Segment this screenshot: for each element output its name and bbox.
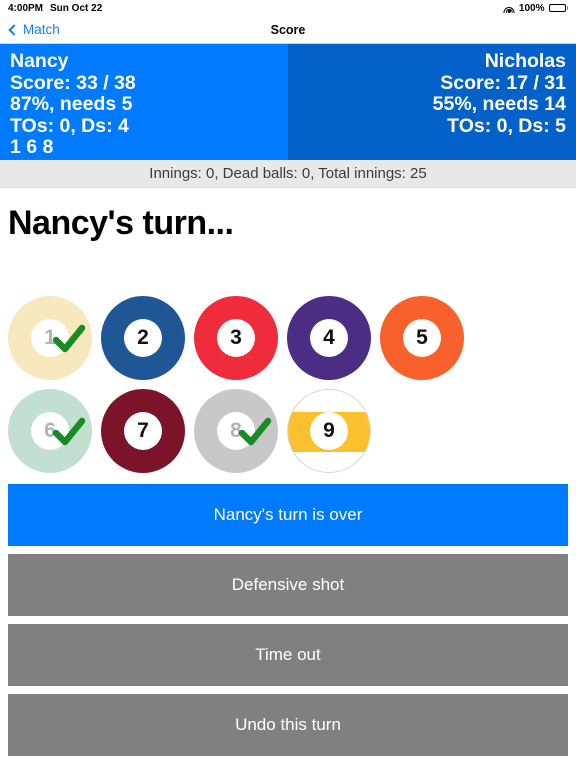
battery-icon [548,4,568,12]
ball-7-number: 7 [124,412,162,450]
ball-2[interactable]: 2 [101,296,185,380]
action-button-list: Nancy's turn is over Defensive shot Time o… [0,484,576,764]
ball-5-number: 5 [403,319,441,357]
ball-rack: 12 3 4 5 6789 [0,296,576,482]
right-player-percent: 55%, needs 14 [432,93,566,115]
ball-1[interactable]: 1 [8,296,92,380]
ball-9[interactable]: 9 [287,389,371,473]
player-panel-left[interactable]: Nancy Score: 33 / 38 87%, needs 5 TOs: 0… [0,44,288,160]
left-player-name: Nancy [10,50,69,72]
ball-5[interactable]: 5 [380,296,464,380]
left-player-tos-ds: TOs: 0, Ds: 4 [10,114,129,137]
ball-4[interactable]: 4 [287,296,371,380]
undo-turn-button[interactable]: Undo this turn [8,694,568,756]
right-player-name: Nicholas [484,50,566,72]
score-panels: Nancy Score: 33 / 38 87%, needs 5 TOs: 0… [0,44,576,160]
chevron-left-icon [8,23,20,36]
turn-over-button[interactable]: Nancy's turn is over [8,484,568,546]
left-player-run: 1 6 8 [10,136,54,158]
ball-2-number: 2 [124,319,162,357]
app-screen: 4:00PM Sun Oct 22 100% Match Score Nancy… [0,0,576,768]
left-player-score: Score: 33 / 38 [10,71,136,94]
ball-3-number: 3 [217,319,255,357]
check-icon [238,415,272,449]
right-player-tos-ds: TOs: 0, Ds: 5 [447,114,566,137]
ball-row-top: 12 3 4 5 [0,296,576,389]
battery-percent-label: 100% [518,2,545,14]
ball-6[interactable]: 6 [8,389,92,473]
player-panel-right[interactable]: Nicholas Score: 17 / 31 55%, needs 14 TO… [288,44,576,160]
ball-4-number: 4 [310,319,348,357]
back-button-label: Match [23,22,60,37]
status-bar: 4:00PM Sun Oct 22 100% [0,0,576,16]
status-bar-right: 100% [503,2,568,14]
ball-9-number: 9 [310,412,348,450]
back-button[interactable]: Match [8,22,60,37]
status-time: 4:00PM [8,2,44,14]
status-date: Sun Oct 22 [50,2,103,14]
right-player-score: Score: 17 / 31 [440,71,566,94]
ball-row-bottom: 6789 [0,389,576,482]
innings-bar: Innings: 0, Dead balls: 0, Total innings… [0,160,576,188]
page-title: Score [270,22,306,37]
status-bar-left: 4:00PM Sun Oct 22 [8,3,102,14]
wifi-icon [503,4,515,13]
defensive-shot-button[interactable]: Defensive shot [8,554,568,616]
ball-7[interactable]: 7 [101,389,185,473]
ball-3[interactable]: 3 [194,296,278,380]
navigation-bar: Match Score [0,16,576,44]
time-out-button[interactable]: Time out [8,624,568,686]
ball-8[interactable]: 8 [194,389,278,473]
check-icon [52,322,86,356]
turn-heading: Nancy's turn... [8,204,234,242]
check-icon [52,415,86,449]
left-player-percent: 87%, needs 5 [10,93,133,115]
